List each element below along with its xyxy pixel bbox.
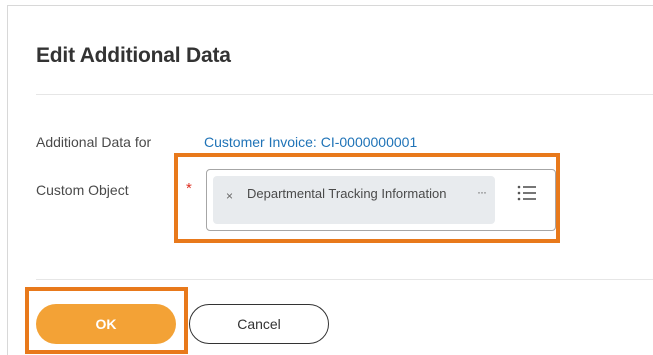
dialog-title: Edit Additional Data — [36, 44, 231, 67]
cancel-button[interactable]: Cancel — [189, 304, 329, 344]
additional-data-for-label: Additional Data for — [36, 134, 152, 150]
customer-invoice-link[interactable]: Customer Invoice: CI-0000000001 — [204, 134, 417, 150]
ok-button-highlight-box — [25, 287, 188, 354]
footer-divider — [36, 279, 653, 280]
custom-object-label: Custom Object — [36, 182, 129, 198]
header-divider — [36, 94, 653, 95]
field-highlight-box — [174, 153, 560, 243]
